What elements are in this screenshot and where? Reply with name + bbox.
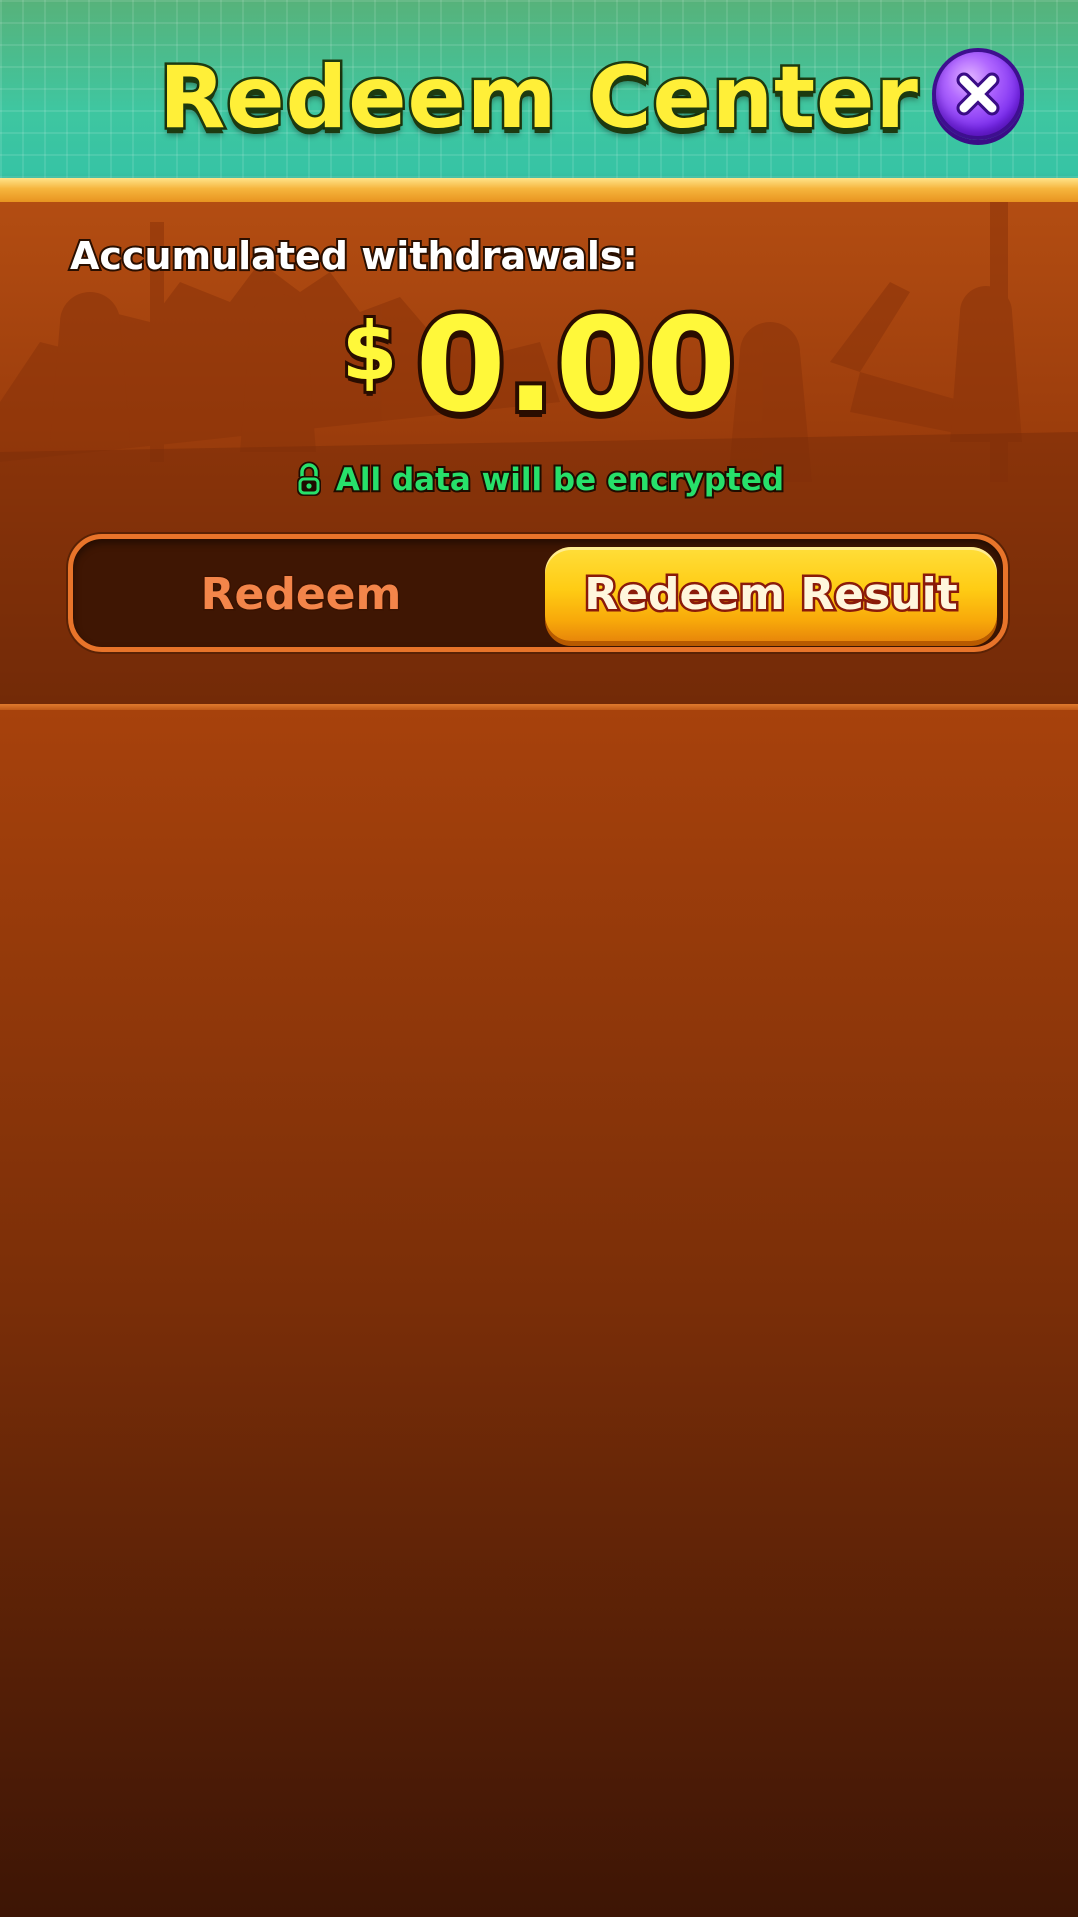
lock-icon xyxy=(296,461,321,496)
close-button[interactable] xyxy=(932,48,1024,140)
tab-redeem[interactable]: Redeem xyxy=(81,547,521,641)
close-icon xyxy=(956,72,1000,116)
header-divider xyxy=(0,178,1078,202)
encryption-note: All data will be encrypted xyxy=(0,458,1078,502)
tab-redeem-result[interactable]: Redeem Resuit xyxy=(545,547,997,641)
amount-display: $ 0.00 xyxy=(0,289,1078,450)
currency-symbol: $ xyxy=(339,305,401,398)
redeem-tab-bar: Redeem Redeem Resuit xyxy=(68,534,1008,652)
encryption-note-text: All data will be encrypted xyxy=(334,460,786,500)
accumulated-withdrawals-label: Accumulated withdrawals: xyxy=(68,232,640,280)
page-title: Redeem Center xyxy=(157,46,921,151)
redeem-result-list xyxy=(0,710,1078,1917)
withdrawal-amount: 0.00 xyxy=(411,289,740,441)
